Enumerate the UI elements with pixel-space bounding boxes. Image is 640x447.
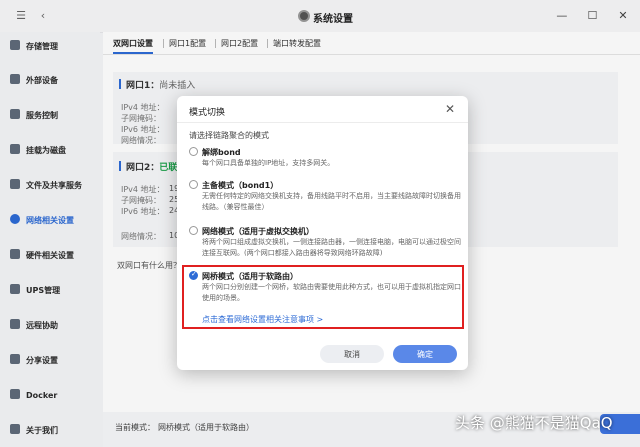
option-name: 解绑bond bbox=[202, 148, 241, 157]
watermark: 头条 @熊猫不是猫QaQ bbox=[455, 414, 613, 432]
option-active-backup[interactable]: 主备模式（bond1） 无需任何特定的网络交换机支持，备用线路平时不启用，当主要… bbox=[189, 180, 461, 216]
option-name: 网络模式（适用于虚拟交换机） bbox=[202, 227, 314, 236]
divider bbox=[177, 122, 468, 123]
option-description: 将两个网口组成虚拟交换机，一侧连接路由器，一侧连接电脑，电脑可以通过极空间连接互… bbox=[202, 238, 461, 257]
radio-button[interactable] bbox=[189, 226, 198, 235]
cancel-button[interactable]: 取消 bbox=[320, 345, 384, 363]
close-icon[interactable]: ✕ bbox=[444, 102, 456, 116]
option-name: 主备模式（bond1） bbox=[202, 181, 279, 190]
selection-highlight-box bbox=[182, 265, 464, 329]
option-description: 无需任何特定的网络交换机支持，备用线路平时不启用，当主要线路故障时切换备用线路。… bbox=[202, 192, 461, 211]
option-description: 每个网口具备单独的IP地址，支持多网关。 bbox=[202, 159, 335, 167]
radio-button[interactable] bbox=[189, 147, 198, 156]
dialog-title: 模式切换 bbox=[189, 108, 226, 118]
dialog-hint: 请选择链路聚合的模式 bbox=[189, 131, 269, 140]
option-unbind-bond[interactable]: 解绑bond 每个网口具备单独的IP地址，支持多网关。 bbox=[189, 147, 459, 171]
mode-switch-dialog: 模式切换 ✕ 请选择链路聚合的模式 解绑bond 每个网口具备单独的IP地址，支… bbox=[177, 96, 468, 370]
confirm-button[interactable]: 确定 bbox=[393, 345, 457, 363]
radio-button[interactable] bbox=[189, 180, 198, 189]
option-virtual-switch[interactable]: 网络模式（适用于虚拟交换机） 将两个网口组成虚拟交换机，一侧连接路由器，一侧连接… bbox=[189, 226, 461, 262]
